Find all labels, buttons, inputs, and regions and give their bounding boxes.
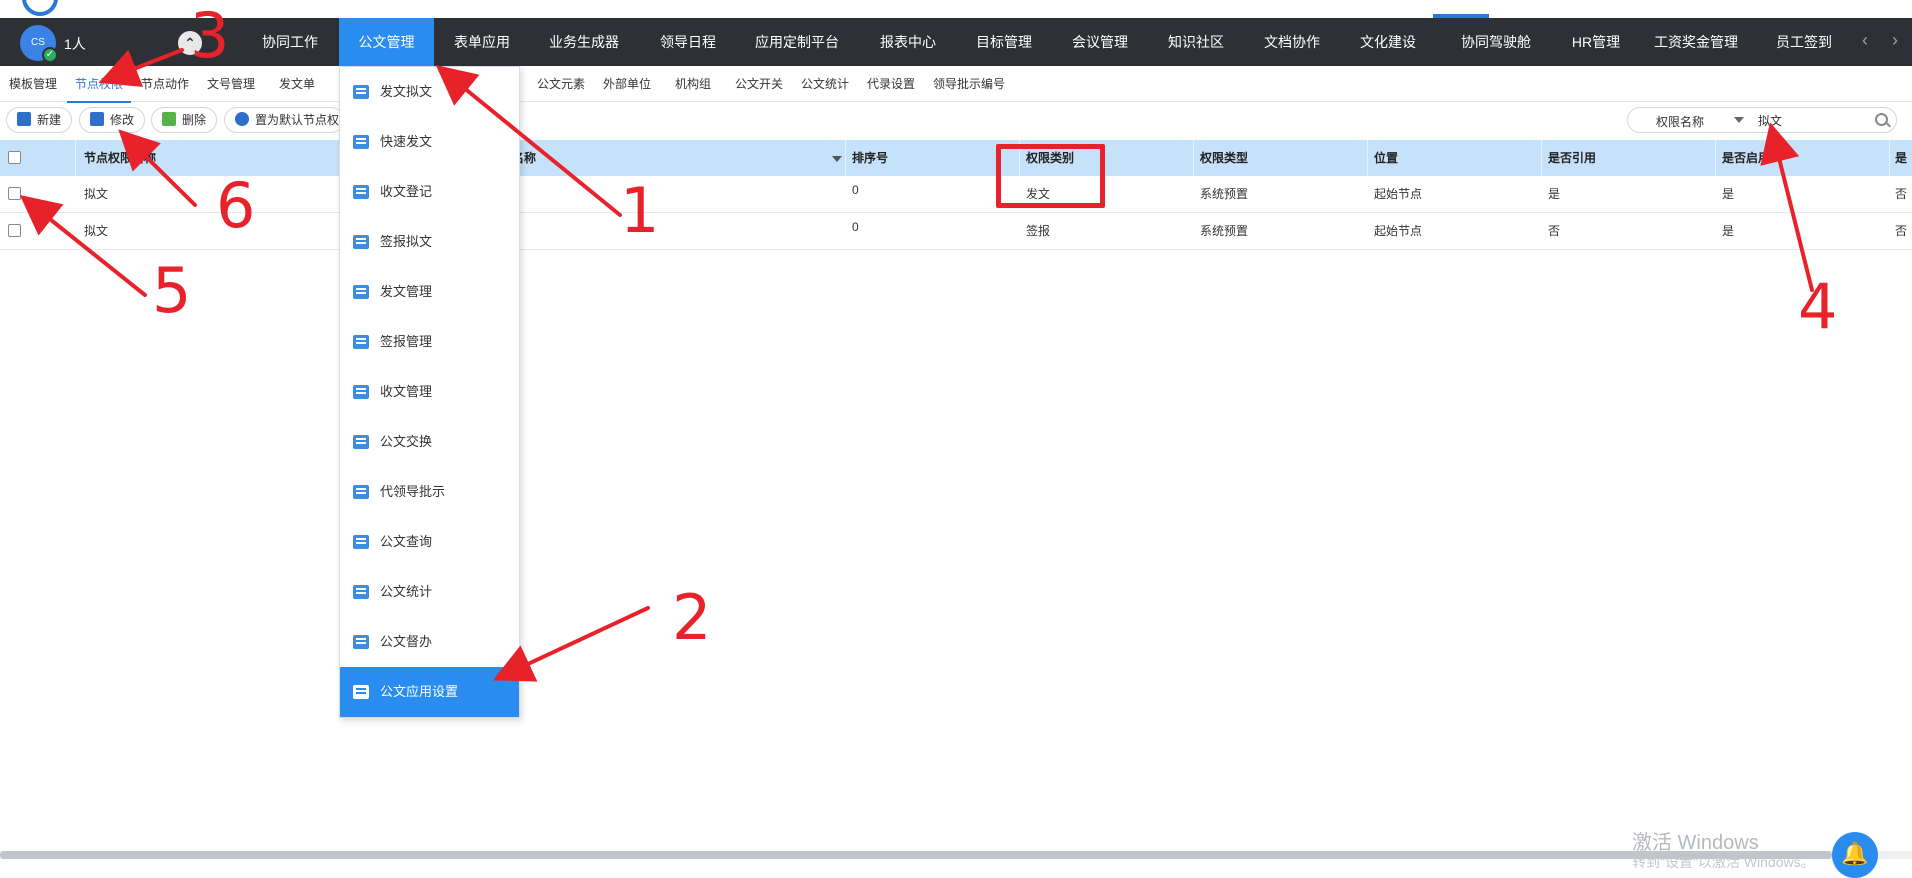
annotation-number-5: 5 (152, 254, 192, 327)
annotation-number-4: 4 (1798, 270, 1838, 343)
arrow-3 (98, 48, 184, 87)
annotation-number-3: 3 (190, 0, 230, 72)
annotation-arrows (19, 48, 1814, 682)
annotation-number-6: 6 (216, 169, 256, 242)
arrow-4 (1760, 122, 1814, 292)
annotation-number-2: 2 (672, 581, 712, 654)
annotation-number-1: 1 (620, 174, 660, 247)
arrow-6 (118, 129, 197, 207)
arrow-1 (435, 64, 622, 217)
arrow-2 (492, 606, 650, 682)
arrow-5 (19, 195, 147, 297)
